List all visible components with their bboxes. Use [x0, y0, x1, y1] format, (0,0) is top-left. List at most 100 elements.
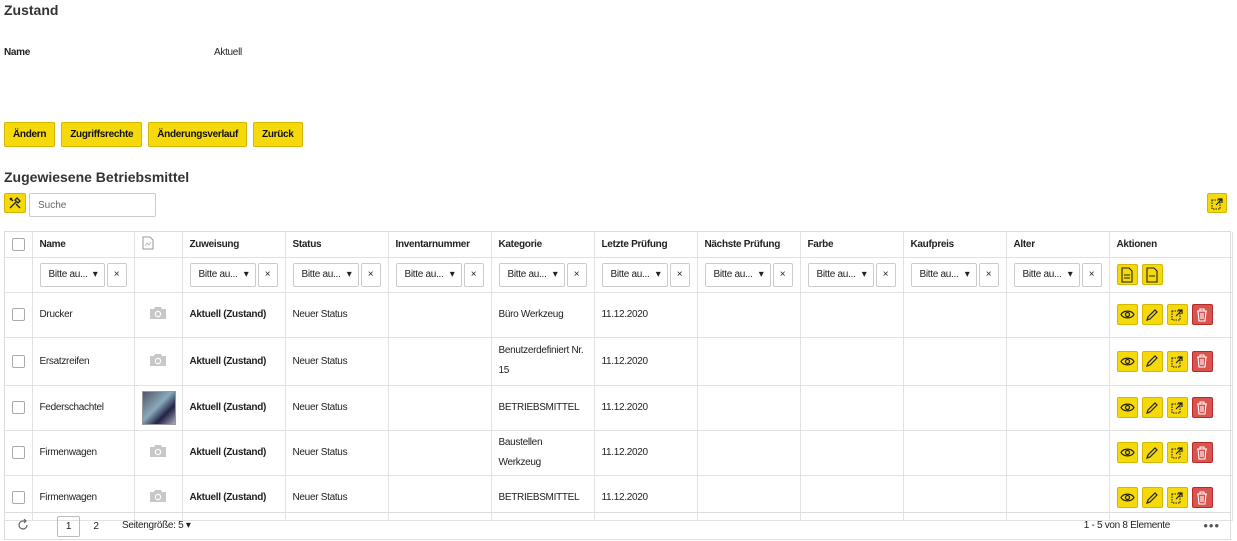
filter-kaufpreis-clear[interactable]: × [978, 262, 999, 287]
view-button[interactable] [1116, 487, 1138, 508]
filter-alter-dropdown[interactable]: Bitte au... ▾ [1013, 262, 1080, 287]
col-inventarnummer[interactable]: Inventarnummer [388, 232, 492, 258]
col-status[interactable]: Status [285, 232, 389, 258]
filter-inventarnummer-dropdown[interactable]: Bitte au... ▾ [395, 262, 462, 287]
col-kategorie[interactable]: Kategorie [491, 232, 595, 258]
col-farbe[interactable]: Farbe [800, 232, 904, 258]
page-1-button[interactable]: 1 [57, 516, 80, 537]
tools-button[interactable] [4, 193, 26, 213]
cell-image [134, 430, 183, 476]
edit-row-button[interactable] [1141, 442, 1163, 463]
table-row[interactable]: Ersatzreifen Aktuell (Zustand) Neuer Statu… [5, 337, 1233, 386]
filter-zuweisung-clear[interactable]: × [257, 262, 278, 287]
filter-farbe-dropdown[interactable]: Bitte au... ▾ [807, 262, 874, 287]
view-button[interactable] [1116, 350, 1138, 372]
filter-status-dropdown[interactable]: Bitte au... ▾ [292, 262, 359, 287]
view-button[interactable] [1116, 304, 1138, 325]
row-checkbox[interactable] [12, 491, 25, 504]
filter-letzte-pruefung-clear[interactable]: × [669, 262, 690, 287]
trash-icon [1197, 307, 1207, 322]
search-input[interactable] [29, 193, 156, 217]
col-kaufpreis[interactable]: Kaufpreis [903, 232, 1007, 258]
edit-row-button[interactable] [1141, 397, 1163, 418]
camera-icon [150, 353, 166, 366]
history-button[interactable]: Änderungsverlauf [148, 122, 248, 147]
col-letzte-pruefung[interactable]: Letzte Prüfung [594, 232, 698, 258]
delete-button[interactable] [1191, 442, 1213, 463]
row-checkbox[interactable] [12, 401, 25, 414]
filter-kategorie-dropdown[interactable]: Bitte au... ▾ [498, 262, 565, 287]
export-row-button[interactable] [1166, 487, 1188, 508]
delete-button[interactable] [1191, 397, 1213, 418]
edit-row-button[interactable] [1141, 304, 1163, 325]
delete-button[interactable] [1191, 487, 1213, 508]
back-button[interactable]: Zurück [253, 122, 303, 147]
col-aktionen: Aktionen [1109, 232, 1233, 258]
col-name[interactable]: Name [32, 232, 135, 258]
csv-file-icon [1146, 266, 1158, 283]
filter-name-clear[interactable]: × [106, 262, 127, 287]
cell-kategorie: BETRIEBSMITTEL [491, 385, 595, 431]
table-row[interactable]: Federschachtel Aktuell (Zustand) Neuer Sta… [5, 385, 1233, 431]
assets-grid: Name Zuweisung Status Inventarnummer Kat… [4, 231, 1233, 540]
row-checkbox[interactable] [12, 354, 25, 368]
export-row-button[interactable] [1166, 442, 1188, 463]
row-checkbox[interactable] [12, 446, 25, 459]
pencil-icon [1146, 491, 1158, 504]
table-row[interactable]: Firmenwagen Aktuell (Zustand) Neuer Status… [5, 430, 1233, 476]
table-row[interactable]: Drucker Aktuell (Zustand) Neuer Status Büro… [5, 292, 1233, 338]
col-image [134, 232, 183, 258]
cell-kategorie: Büro Werkzeug [491, 292, 595, 338]
page-2-button[interactable]: 2 [87, 516, 105, 537]
export-row-button[interactable] [1166, 397, 1188, 418]
cell-zuweisung: Aktuell (Zustand) [182, 430, 286, 476]
refresh-icon[interactable] [17, 519, 29, 531]
filter-zuweisung-dropdown[interactable]: Bitte au... ▾ [189, 262, 256, 287]
row-checkbox[interactable] [12, 308, 25, 321]
action-toolbar: Ändern Zugriffsrechte Änderungsverlauf Z… [4, 122, 303, 147]
export-icon [1170, 309, 1183, 321]
filter-letzte-pruefung-dropdown[interactable]: Bitte au... ▾ [601, 262, 668, 287]
filter-naechste-pruefung-clear[interactable]: × [772, 262, 793, 287]
col-alter[interactable]: Alter [1006, 232, 1110, 258]
edit-row-button[interactable] [1141, 350, 1163, 372]
permissions-button[interactable]: Zugriffsrechte [61, 122, 143, 147]
delete-button[interactable] [1191, 304, 1213, 325]
export-icon [1210, 197, 1223, 210]
cell-kaufpreis [903, 430, 1007, 476]
trash-icon [1197, 445, 1207, 460]
export-csv-button[interactable] [1141, 264, 1163, 285]
cell-letzte-pruefung: 11.12.2020 [594, 292, 698, 338]
select-all-checkbox[interactable] [12, 237, 25, 251]
cell-image [134, 385, 183, 431]
filter-alter-clear[interactable]: × [1081, 262, 1102, 287]
cell-alter [1006, 292, 1110, 338]
pencil-icon [1146, 355, 1158, 367]
asset-photo[interactable] [141, 390, 176, 425]
export-row-button[interactable] [1166, 350, 1188, 372]
export-xls-button[interactable] [1116, 264, 1138, 285]
more-options-button[interactable]: ••• [1203, 518, 1220, 533]
export-button[interactable] [1207, 193, 1227, 213]
view-button[interactable] [1116, 397, 1138, 418]
export-icon [1170, 492, 1183, 504]
filter-kaufpreis-dropdown[interactable]: Bitte au... ▾ [910, 262, 977, 287]
delete-button[interactable] [1191, 350, 1213, 372]
cell-kaufpreis [903, 337, 1007, 386]
view-button[interactable] [1116, 442, 1138, 463]
col-zuweisung[interactable]: Zuweisung [182, 232, 286, 258]
filter-farbe-clear[interactable]: × [875, 262, 896, 287]
filter-status-clear[interactable]: × [360, 262, 381, 287]
edit-button[interactable]: Ändern [4, 122, 56, 147]
page-size-dropdown[interactable]: Seitengröße: 5 ▾ [122, 520, 191, 531]
col-naechste-pruefung[interactable]: Nächste Prüfung [697, 232, 801, 258]
edit-row-button[interactable] [1141, 487, 1163, 508]
filter-inventarnummer-clear[interactable]: × [463, 262, 484, 287]
export-row-button[interactable] [1166, 304, 1188, 325]
trash-icon [1197, 400, 1207, 415]
filter-kategorie-clear[interactable]: × [566, 262, 587, 287]
export-icon [1170, 402, 1183, 414]
filter-naechste-pruefung-dropdown[interactable]: Bitte au... ▾ [704, 262, 771, 287]
cell-name: Firmenwagen [32, 430, 135, 476]
filter-name-dropdown[interactable]: Bitte au... ▾ [39, 262, 105, 287]
